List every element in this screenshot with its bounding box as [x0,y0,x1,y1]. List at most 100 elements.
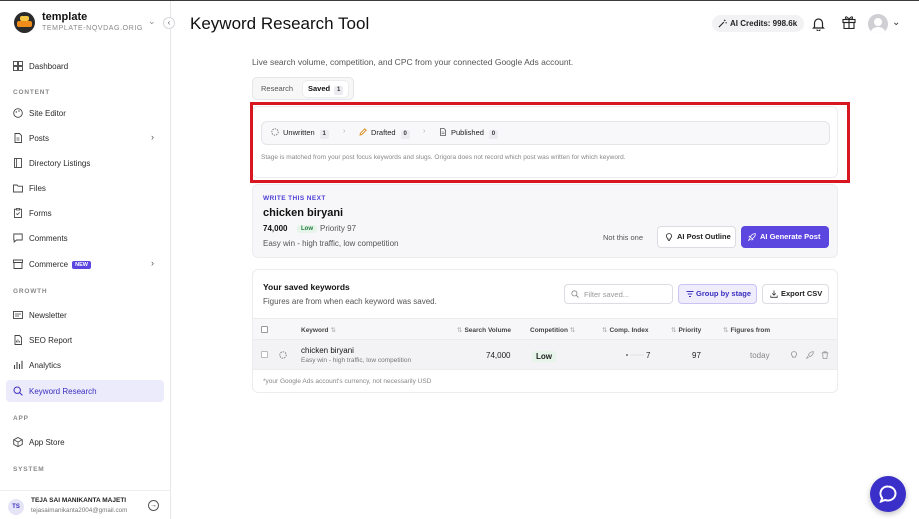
page-subtitle: Live search volume, competition, and CPC… [252,57,574,67]
sidebar-item-forms[interactable]: Forms [6,202,164,224]
list-filter-icon [686,291,694,297]
download-icon [770,290,778,298]
bell-icon[interactable] [812,17,825,31]
user-profile[interactable]: TS TEJA SAI MANIKANTA MAJETI tejasaimani… [0,490,171,519]
sidebar-item-keyword-research[interactable]: Keyword Research [6,380,164,402]
not-this-one-link[interactable]: Not this one [603,233,643,242]
competition-badge: Low [297,225,317,233]
sidebar-item-label: Directory Listings [29,159,91,168]
table-row[interactable]: chicken biryani Easy win - high traffic,… [253,340,837,370]
dashboard-icon [13,61,23,71]
sort-icon: ⇅ [457,327,463,334]
sidebar-item-label: Comments [29,234,68,243]
view-tabs: Research Saved 1 [252,77,354,100]
sidebar: template TEMPLATE-NQVDAG.ORIGOR... ⌄ Das… [0,1,171,519]
sort-icon: ⇅ [602,327,608,334]
sidebar-item-comments[interactable]: Comments [6,227,164,249]
sort-icon: ⇅ [723,327,729,334]
sidebar-item-newsletter[interactable]: Newsletter [6,304,164,326]
folder-icon [13,184,23,193]
dashed-circle-icon [279,351,287,359]
figures-from: today [750,351,770,360]
ai-generate-post-button[interactable]: AI Generate Post [741,226,829,248]
sidebar-item-site-editor[interactable]: Site Editor [6,102,164,124]
sidebar-item-label: Commerce NEW [29,260,91,269]
column-competition[interactable]: Competition ⇅ [530,326,575,334]
collapse-sidebar-button[interactable]: ‹ [163,17,175,29]
workspace-name: template [42,11,88,23]
filter-saved-input[interactable] [584,288,669,301]
keyword-description: Easy win - high traffic, low competition [301,357,412,364]
ai-post-outline-button[interactable]: AI Post Outline [657,226,736,248]
comp-index-bar [626,354,644,356]
saved-count: 1 [334,86,344,95]
section-growth-label: GROWTH [13,288,48,295]
group-by-stage-button[interactable]: Group by stage [678,284,757,304]
gift-icon[interactable] [842,15,856,29]
comment-icon [13,233,23,243]
user-email: tejasaimanikanta2004@gmail.com [31,507,128,514]
saved-subtitle: Figures are from when each keyword was s… [263,297,437,306]
currency-footnote: *your Google Ads account's currency, not… [263,378,432,385]
export-csv-button[interactable]: Export CSV [762,284,829,304]
workspace-switcher[interactable]: template TEMPLATE-NQVDAG.ORIGOR... ⌄ [14,11,164,37]
column-keyword[interactable]: Keyword ⇅ [301,326,336,334]
chevron-right-icon: › [151,132,154,142]
chevron-down-icon[interactable]: ⌄ [892,17,900,28]
keyword-name[interactable]: chicken biryani [301,346,354,355]
sidebar-item-label: Keyword Research [29,387,97,396]
sidebar-item-files[interactable]: Files [6,177,164,199]
sidebar-item-posts[interactable]: Posts › [6,127,164,149]
saved-title: Your saved keywords [263,282,350,292]
analytics-icon [13,360,23,369]
workspace-logo [14,12,35,33]
next-keyword: chicken biryani [263,207,344,219]
rocket-icon [748,233,756,241]
sidebar-item-label: Forms [29,209,52,218]
highlight-box [250,102,850,183]
sidebar-item-label: Analytics [29,361,62,370]
chat-launcher-button[interactable] [870,476,906,512]
ai-credits-badge[interactable]: AI Credits: 998.6k [712,15,805,32]
sidebar-item-analytics[interactable]: Analytics [6,354,164,376]
write-next-card: WRITE THIS NEXT chicken biryani 74,000 L… [252,184,838,258]
tab-saved[interactable]: Saved 1 [303,81,349,97]
sidebar-item-dashboard[interactable]: Dashboard [6,55,164,77]
sort-icon: ⇅ [330,327,336,334]
sort-icon: ⇅ [569,327,576,334]
filter-saved-field[interactable] [564,284,673,304]
lightbulb-icon[interactable] [790,351,798,359]
sidebar-item-label: SEO Report [29,336,73,345]
priority-value: 97 [692,351,701,360]
magic-wand-icon [718,19,727,28]
sidebar-item-directory-listings[interactable]: Directory Listings [6,152,164,174]
column-search-volume[interactable]: ⇅ Search Volume [457,326,511,334]
user-name: TEJA SAI MANIKANTA MAJETI [31,497,127,504]
saved-keywords-card: Your saved keywords Figures are from whe… [252,269,838,393]
row-checkbox[interactable] [261,351,268,358]
write-next-kicker: WRITE THIS NEXT [263,195,326,202]
column-figures-from[interactable]: ⇅ Figures from [723,326,770,334]
next-volume: 74,000 [263,224,288,233]
sidebar-item-seo-report[interactable]: SEO Report [6,329,164,351]
sidebar-item-app-store[interactable]: App Store [6,431,164,453]
store-icon [13,259,23,269]
tab-research[interactable]: Research [256,81,298,97]
column-comp-index[interactable]: ⇅ Comp. Index [602,326,648,334]
column-priority[interactable]: ⇅ Priority [671,326,701,334]
sidebar-item-commerce[interactable]: Commerce NEW › [6,253,164,275]
sort-icon: ⇅ [671,327,677,334]
search-icon [571,290,579,298]
select-all-checkbox[interactable] [261,326,268,333]
section-content-label: CONTENT [13,89,51,96]
app-window: template TEMPLATE-NQVDAG.ORIGOR... ⌄ Das… [0,0,919,519]
trash-icon[interactable] [821,351,829,359]
newsletter-icon [13,311,23,319]
logout-icon[interactable]: → [148,500,159,511]
next-priority: Priority 97 [320,224,357,233]
account-avatar[interactable] [868,14,888,34]
search-icon [13,386,23,396]
rocket-icon[interactable] [806,351,814,359]
chat-bubble-icon [879,485,897,503]
sidebar-item-label: Newsletter [29,311,67,320]
